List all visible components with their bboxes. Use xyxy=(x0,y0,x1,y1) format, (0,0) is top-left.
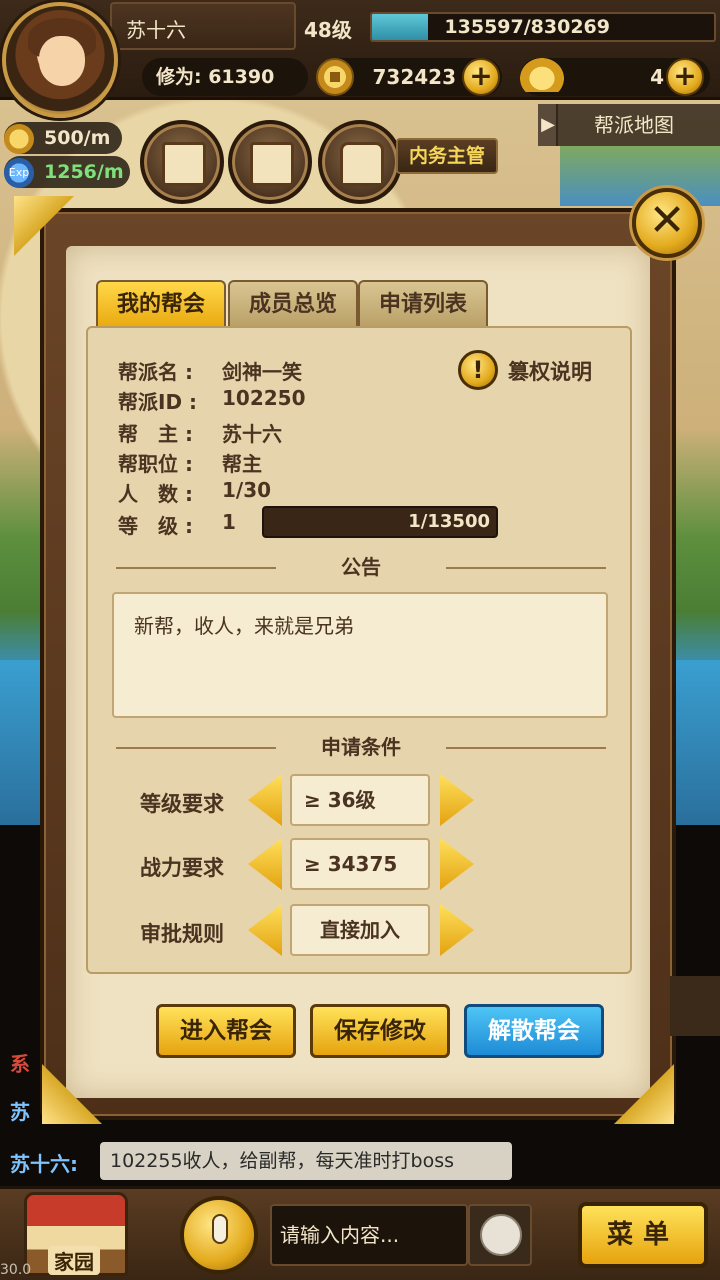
player-level: 48级 xyxy=(304,18,352,42)
treasure-chest-button[interactable] xyxy=(318,120,402,204)
steward-label[interactable]: 内务主管 xyxy=(396,138,498,174)
chat-channel-system: 系 xyxy=(10,1052,30,1076)
voice-button[interactable] xyxy=(180,1196,258,1274)
usurp-info-icon[interactable]: ! xyxy=(458,350,498,390)
guild-level-value: 1 xyxy=(222,510,236,534)
usurp-explanation-link[interactable]: 篡权说明 xyxy=(508,356,592,386)
guild-level-label: 等 级 : xyxy=(118,514,193,538)
gift-button[interactable] xyxy=(228,120,312,204)
tab-member-overview[interactable]: 成员总览 xyxy=(228,280,358,328)
divider-right xyxy=(446,747,606,749)
level-requirement-value: ≥ 36级 xyxy=(290,774,430,826)
avatar-face xyxy=(39,36,85,86)
emoji-button[interactable] xyxy=(468,1204,532,1266)
guild-exp-bar: 1/13500 xyxy=(262,506,498,538)
exp-bar-fill xyxy=(372,14,428,40)
chat-line-partial: 苏 xyxy=(10,1100,30,1124)
approval-rule-value: 直接加入 xyxy=(290,904,430,956)
guild-name-label: 帮派名 : xyxy=(118,360,193,384)
guild-leader-label: 帮 主 : xyxy=(118,422,193,446)
exp-text: 135597/830269 xyxy=(444,16,610,38)
book-button[interactable] xyxy=(140,120,224,204)
chat-input[interactable]: 请输入内容... xyxy=(270,1204,468,1266)
gold-rate-coin-icon xyxy=(4,124,34,154)
player-name: 苏十六 xyxy=(126,18,186,42)
notice-text: 新帮，收人，来就是兄弟 xyxy=(134,614,354,638)
fps-counter: 30.0 xyxy=(0,1262,32,1278)
save-changes-button[interactable]: 保存修改 xyxy=(310,1004,450,1058)
tab-my-guild[interactable]: 我的帮会 xyxy=(96,280,226,328)
notice-text-box[interactable]: 新帮，收人，来就是兄弟 xyxy=(112,592,608,718)
copper-coin-icon xyxy=(316,58,354,96)
level-requirement-label: 等级要求 xyxy=(140,792,224,816)
guild-id-label: 帮派ID : xyxy=(118,390,198,414)
close-button[interactable]: ✕ xyxy=(632,188,702,258)
power-requirement-label: 战力要求 xyxy=(140,856,224,880)
enter-guild-button[interactable]: 进入帮会 xyxy=(156,1004,296,1058)
guild-position-value: 帮主 xyxy=(222,452,262,476)
add-coins-button[interactable]: + xyxy=(462,58,500,96)
chat-message-bubble: 102255收人，给副帮，每天准时打boss xyxy=(100,1142,512,1180)
guild-members-value: 1/30 xyxy=(222,478,272,502)
chat-speaker-name[interactable]: 苏十六: xyxy=(10,1148,78,1177)
notice-header: 公告 xyxy=(116,552,606,582)
map-expand-arrow-icon[interactable]: ▶ xyxy=(538,104,558,146)
guild-name-value: 剑神一笑 xyxy=(222,360,302,384)
gift-icon xyxy=(250,142,294,186)
chest-icon xyxy=(340,142,384,186)
divider-right xyxy=(446,567,606,569)
conditions-header-text: 申请条件 xyxy=(321,735,401,759)
approval-rule-label: 审批规则 xyxy=(140,922,224,946)
guild-map-label[interactable]: 帮派地图 xyxy=(556,104,720,146)
guild-id-value: 102250 xyxy=(222,386,306,410)
disband-guild-button[interactable]: 解散帮会 xyxy=(464,1004,604,1058)
notice-header-text: 公告 xyxy=(341,555,381,579)
tab-application-list[interactable]: 申请列表 xyxy=(358,280,488,328)
exp-star-icon: Exp xyxy=(4,158,34,188)
book-icon xyxy=(162,142,206,186)
power-requirement-value: ≥ 34375 xyxy=(290,838,430,890)
home-label: 家园 xyxy=(48,1246,100,1275)
minimap[interactable] xyxy=(560,146,720,206)
guild-position-label: 帮职位 : xyxy=(118,452,193,476)
gold-ingot-icon xyxy=(520,58,564,92)
divider-left xyxy=(116,567,276,569)
add-ingots-button[interactable]: + xyxy=(666,58,704,96)
microphone-icon xyxy=(212,1214,228,1244)
divider-left xyxy=(116,747,276,749)
menu-button[interactable]: 菜单 xyxy=(578,1202,708,1268)
side-panel-fragment xyxy=(670,976,720,1036)
player-avatar[interactable] xyxy=(2,2,118,118)
smiley-icon xyxy=(480,1214,522,1256)
exp-bar: 135597/830269 xyxy=(370,12,716,42)
conditions-header: 申请条件 xyxy=(116,732,606,762)
cultivation-value: 修为: 61390 xyxy=(142,58,308,96)
guild-leader-value: 苏十六 xyxy=(222,422,282,446)
guild-members-label: 人 数 : xyxy=(118,482,193,506)
